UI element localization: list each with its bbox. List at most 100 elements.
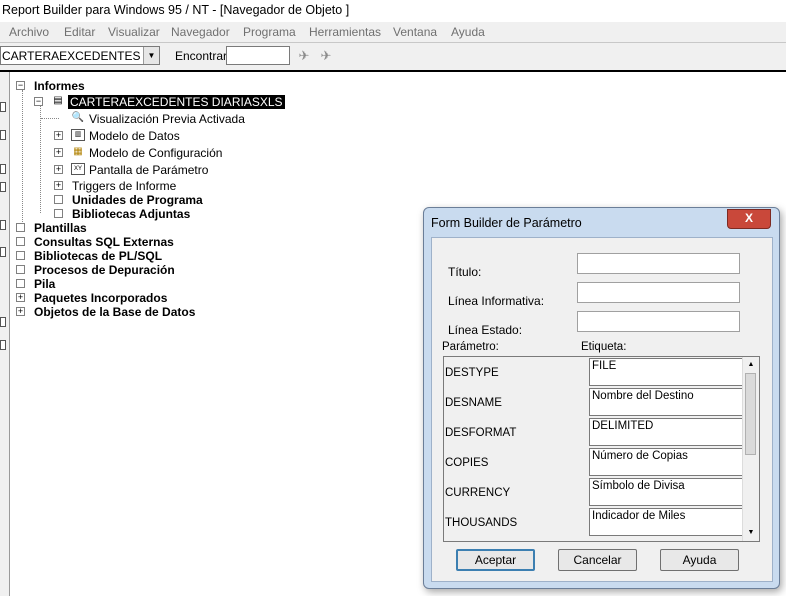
report-icon: ▤ <box>53 95 63 106</box>
linea-informativa-field[interactable] <box>577 282 740 303</box>
menu-programa[interactable]: Programa <box>243 25 296 39</box>
tool-icon[interactable] <box>0 130 6 140</box>
parameter-name: COPIES <box>445 457 489 469</box>
ayuda-button[interactable]: Ayuda <box>660 549 739 571</box>
tree-node-label: Paquetes Incorporados <box>34 291 168 305</box>
linea-estado-label: Línea Estado: <box>448 323 523 337</box>
table-row: COPIES Número de Copias <box>444 447 744 477</box>
table-row: DESNAME Nombre del Destino <box>444 387 744 417</box>
linea-informativa-label: Línea Informativa: <box>448 294 545 308</box>
parameter-label-field[interactable]: FILE <box>589 358 744 386</box>
tree-node-label: Modelo de Configuración <box>89 146 223 160</box>
menu-navegador[interactable]: Navegador <box>171 25 230 39</box>
titulo-field[interactable] <box>577 253 740 274</box>
find-next-icon[interactable]: ✈ <box>296 48 312 64</box>
layout-icon: ▦ <box>73 146 83 157</box>
empty-node-icon <box>54 195 63 204</box>
tree-node-label: Objetos de la Base de Datos <box>34 305 196 319</box>
parameter-form-icon: XY <box>71 163 85 175</box>
tool-icon[interactable] <box>0 340 6 350</box>
empty-node-icon <box>16 265 25 274</box>
object-combo[interactable]: CARTERAEXCEDENTES DIARIA ▼ <box>0 46 160 65</box>
table-row: DESFORMAT DELIMITED <box>444 417 744 447</box>
data-model-icon: ▥ <box>71 129 85 141</box>
tool-icon[interactable] <box>0 247 6 257</box>
tree-connector <box>41 118 59 119</box>
empty-node-icon <box>16 237 25 246</box>
table-row: CURRENCY Símbolo de Divisa <box>444 477 744 507</box>
tree-node-label: Consultas SQL Externas <box>34 235 174 249</box>
table-row: THOUSANDS Indicador de Miles <box>444 507 744 537</box>
tree-node-label: Pila <box>34 277 56 291</box>
scroll-down-icon[interactable]: ▼ <box>743 525 759 541</box>
expand-icon[interactable]: + <box>16 307 25 316</box>
parameter-label-field[interactable]: Indicador de Miles <box>589 508 744 536</box>
find-label: Encontrar: <box>175 49 231 63</box>
titulo-label: Título: <box>448 265 482 279</box>
chevron-down-icon[interactable]: ▼ <box>143 47 159 64</box>
tool-icon[interactable] <box>0 102 6 112</box>
expand-icon[interactable]: + <box>54 181 63 190</box>
cancelar-button[interactable]: Cancelar <box>558 549 637 571</box>
menu-herramientas[interactable]: Herramientas <box>309 25 381 39</box>
tree-node-label: Modelo de Datos <box>89 129 180 143</box>
find-previous-icon[interactable]: ✈ <box>318 48 334 64</box>
empty-node-icon <box>16 251 25 260</box>
parameter-name: DESNAME <box>445 397 502 409</box>
tree-connector <box>22 90 23 228</box>
parameter-name: CURRENCY <box>445 487 511 499</box>
tree-node-label: Unidades de Programa <box>72 193 203 207</box>
preview-icon: 🔍 <box>71 112 85 123</box>
tool-icon[interactable] <box>0 182 6 192</box>
find-input[interactable] <box>226 46 290 65</box>
empty-node-icon <box>16 279 25 288</box>
parameter-name: DESFORMAT <box>445 427 517 439</box>
parameter-grid: DESTYPE FILE DESNAME Nombre del Destino … <box>443 356 760 542</box>
navigator-toolbar: CARTERAEXCEDENTES DIARIA ▼ Encontrar: ✈ … <box>0 43 786 72</box>
menu-ventana[interactable]: Ventana <box>393 25 437 39</box>
dialog-title: Form Builder de Parámetro <box>431 216 582 230</box>
expand-icon[interactable]: + <box>54 148 63 157</box>
expand-icon[interactable]: + <box>16 293 25 302</box>
tree-node-label: Plantillas <box>34 221 87 235</box>
scroll-up-icon[interactable]: ▲ <box>743 357 759 373</box>
aceptar-button[interactable]: Aceptar <box>456 549 535 571</box>
scroll-thumb[interactable] <box>745 373 756 455</box>
collapse-icon[interactable]: − <box>34 97 43 106</box>
tree-node-label: Triggers de Informe <box>72 179 177 193</box>
expand-icon[interactable]: + <box>54 165 63 174</box>
expand-icon[interactable]: + <box>54 131 63 140</box>
collapse-icon[interactable]: − <box>16 81 25 90</box>
parameter-label-field[interactable]: Número de Copias <box>589 448 744 476</box>
tree-node-label: Procesos de Depuración <box>34 263 175 277</box>
close-button[interactable]: X <box>727 209 771 229</box>
menu-bar: Archivo Editar Visualizar Navegador Prog… <box>0 22 786 43</box>
tree-node-label: Bibliotecas Adjuntas <box>72 207 191 221</box>
linea-estado-field[interactable] <box>577 311 740 332</box>
parameter-label-field[interactable]: Nombre del Destino <box>589 388 744 416</box>
tree-node-label: Pantalla de Parámetro <box>89 163 209 177</box>
tool-icon[interactable] <box>0 220 6 230</box>
menu-ayuda[interactable]: Ayuda <box>451 25 485 39</box>
window-title: Report Builder para Windows 95 / NT - [N… <box>2 3 350 17</box>
tool-icon[interactable] <box>0 164 6 174</box>
dialog-body: Título: Línea Informativa: Línea Estado:… <box>431 237 773 582</box>
parameter-label-field[interactable]: DELIMITED <box>589 418 744 446</box>
menu-archivo[interactable]: Archivo <box>9 25 49 39</box>
empty-node-icon <box>16 223 25 232</box>
parameter-form-builder-dialog: Form Builder de Parámetro X Título: Líne… <box>423 207 780 589</box>
tree-node-label: Bibliotecas de PL/SQL <box>34 249 163 263</box>
vertical-scrollbar[interactable]: ▲ ▼ <box>742 357 759 541</box>
tree-node-label: Visualización Previa Activada <box>89 112 245 126</box>
etiqueta-column-header: Etiqueta: <box>581 341 627 353</box>
tool-icon[interactable] <box>0 317 6 327</box>
left-tool-strip <box>0 72 10 596</box>
parameter-name: THOUSANDS <box>445 517 518 529</box>
menu-editar[interactable]: Editar <box>64 25 95 39</box>
tree-node-label: CARTERAEXCEDENTES DIARIASXLS <box>68 95 285 109</box>
tree-connector <box>40 106 41 213</box>
window-titlebar: Report Builder para Windows 95 / NT - [N… <box>0 0 786 23</box>
menu-visualizar[interactable]: Visualizar <box>108 25 160 39</box>
parameter-label-field[interactable]: Símbolo de Divisa <box>589 478 744 506</box>
parameter-name: DESTYPE <box>445 367 499 379</box>
